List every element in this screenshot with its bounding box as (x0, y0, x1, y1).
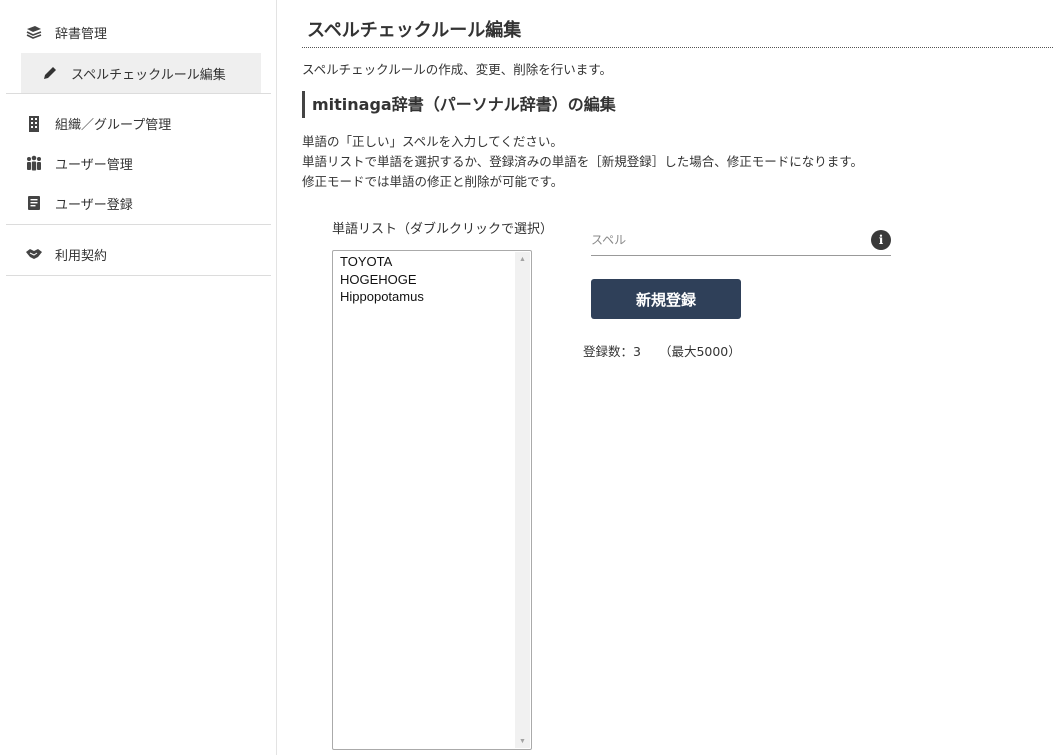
count-label: 登録数：3 (583, 344, 641, 359)
sidebar-item-user-management[interactable]: ユーザー管理 (6, 143, 271, 183)
sidebar-item-terms[interactable]: 利用契約 (6, 234, 271, 274)
sidebar-item-spellcheck-rule-edit[interactable]: スペルチェックルール編集 (21, 53, 261, 93)
instruction-line: 単語リストで単語を選択するか、登録済みの単語を［新規登録］した場合、修正モードに… (302, 154, 864, 169)
new-register-button[interactable]: 新規登録 (591, 279, 741, 319)
info-icon[interactable]: i (871, 230, 891, 250)
registration-count: 登録数：3 （最大5000） (583, 341, 741, 360)
scroll-up-arrow-icon[interactable]: ▲ (515, 252, 530, 266)
word-list-scrollbar[interactable]: ▲ ▼ (515, 252, 530, 748)
handshake-icon (25, 245, 43, 263)
sidebar-item-label: スペルチェックルール編集 (71, 67, 226, 83)
spell-input[interactable] (591, 226, 861, 254)
instruction-line: 単語の「正しい」スペルを入力してください。 (302, 134, 563, 149)
list-item[interactable]: TOYOTA (340, 253, 424, 271)
sidebar-item-dictionary[interactable]: 辞書管理 (6, 12, 271, 52)
list-item[interactable]: Hippopotamus (340, 288, 424, 306)
page-title: スペルチェックルール編集 (302, 16, 1053, 48)
book-icon (25, 23, 43, 41)
sidebar: 辞書管理 スペルチェックルール編集 組織／グループ管理 ユーザー管理 ユーザー登… (0, 0, 277, 755)
main-content: スペルチェックルール編集 スペルチェックルールの作成、変更、削除を行います。 m… (278, 0, 1053, 755)
page-description: スペルチェックルールの作成、変更、削除を行います。 (302, 62, 613, 77)
word-list-label: 単語リスト（ダブルクリックで選択） (332, 222, 554, 237)
sidebar-item-label: ユーザー登録 (55, 197, 133, 213)
scroll-down-arrow-icon[interactable]: ▼ (515, 734, 530, 748)
sidebar-item-organization[interactable]: 組織／グループ管理 (6, 103, 271, 143)
sidebar-divider (6, 224, 271, 225)
sidebar-divider (6, 93, 271, 94)
building-icon (25, 114, 43, 132)
sidebar-item-user-registration[interactable]: ユーザー登録 (6, 183, 271, 223)
section-title: mitinaga辞書（パーソナル辞書）の編集 (302, 91, 616, 118)
sidebar-item-label: 組織／グループ管理 (55, 117, 172, 133)
sidebar-item-label: 辞書管理 (55, 26, 108, 42)
word-list-items: TOYOTA HOGEHOGE Hippopotamus (340, 253, 424, 306)
users-icon (25, 154, 43, 172)
pencil-icon (41, 64, 59, 82)
instructions: 単語の「正しい」スペルを入力してください。 単語リストで単語を選択するか、登録済… (302, 132, 863, 192)
instruction-line: 修正モードでは単語の修正と削除が可能です。 (302, 174, 564, 189)
sidebar-item-label: 利用契約 (55, 248, 108, 264)
word-list[interactable]: TOYOTA HOGEHOGE Hippopotamus ▲ ▼ (332, 250, 532, 750)
spell-field: i (591, 226, 891, 256)
sidebar-divider (6, 275, 271, 276)
document-icon (25, 194, 43, 212)
count-max: （最大5000） (658, 344, 741, 359)
app-window: 辞書管理 スペルチェックルール編集 組織／グループ管理 ユーザー管理 ユーザー登… (0, 0, 1053, 755)
list-item[interactable]: HOGEHOGE (340, 271, 424, 289)
sidebar-item-label: ユーザー管理 (55, 157, 133, 173)
